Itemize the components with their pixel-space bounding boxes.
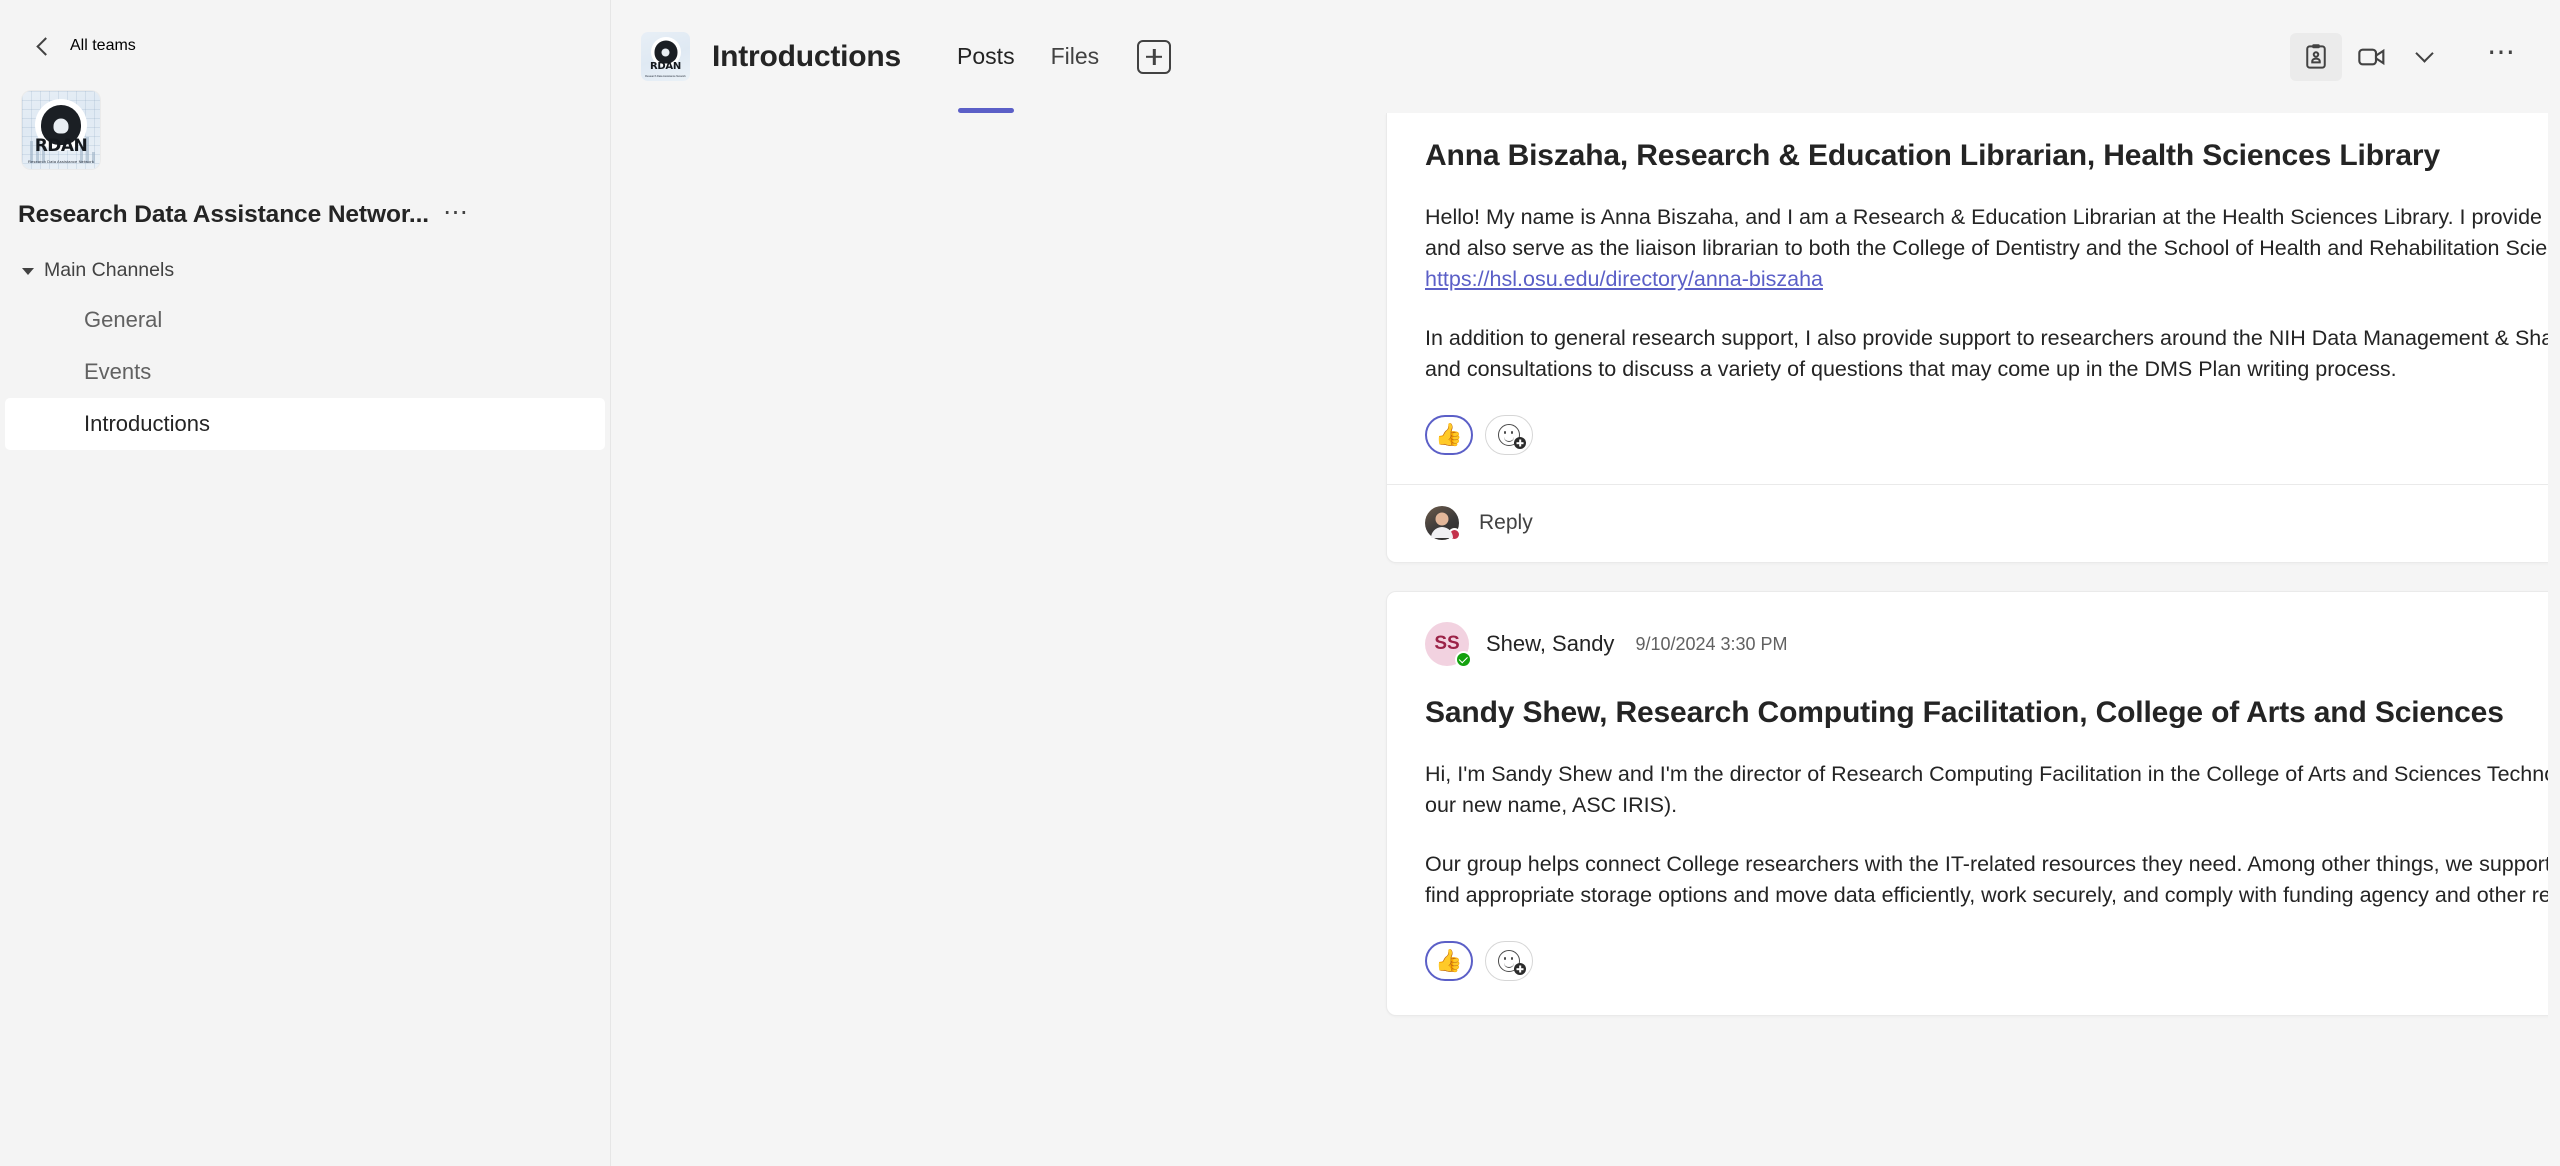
avatar xyxy=(1425,506,1461,542)
add-tab-plus-icon[interactable] xyxy=(1137,39,1172,74)
post-title: Sandy Shew, Research Computing Facilitat… xyxy=(1425,696,2504,730)
channel-group-main-channels[interactable]: Main Channels xyxy=(0,229,610,282)
channel-label: General xyxy=(84,307,163,332)
team-logo: RDAN Research Data Assistance Network xyxy=(22,91,100,169)
reply-button-label: Reply xyxy=(1479,511,1533,535)
reply-row[interactable]: Reply xyxy=(1387,485,2560,562)
post-paragraph: Our group helps connect College research… xyxy=(1425,851,2560,907)
channel-avatar: RDAN Research Data Assistance Network xyxy=(641,32,690,81)
add-reaction-icon[interactable] xyxy=(1485,415,1533,456)
post-card: SS Shew, Sandy 9/10/2024 3:30 PM Sandy S… xyxy=(1386,591,2560,1017)
post-paragraph: Hi, I'm Sandy Shew and I'm the director … xyxy=(1425,761,2560,818)
post-title: Anna Biszaha, Research & Education Libra… xyxy=(1425,139,2440,172)
left-sidebar: All teams RDAN Research Data Assistance … xyxy=(0,0,611,1166)
post-timestamp: 9/10/2024 3:30 PM xyxy=(1635,633,1788,654)
sidebar-item-events[interactable]: Events xyxy=(5,346,605,398)
channel-tabs: Posts Files xyxy=(939,0,1172,113)
channel-label: Introductions xyxy=(84,411,210,436)
post-author-name[interactable]: Shew, Sandy xyxy=(1486,631,1614,657)
channel-header: RDAN Research Data Assistance Network In… xyxy=(611,0,2560,113)
channel-group-label: Main Channels xyxy=(44,259,175,281)
team-name-row: Research Data Assistance Networ... ⋯ xyxy=(0,169,610,229)
post-paragraph-text: Hello! My name is Anna Biszaha, and I am… xyxy=(1425,204,2560,260)
tab-posts[interactable]: Posts xyxy=(939,0,1033,113)
add-reaction-icon[interactable] xyxy=(1485,941,1533,982)
tab-files[interactable]: Files xyxy=(1033,0,1118,113)
header-actions: ⋯ xyxy=(2290,32,2528,81)
channel-avatar-subtext: Research Data Assistance Network xyxy=(645,75,686,78)
presence-busy-badge xyxy=(1448,528,1461,542)
post-reactions: 👍 xyxy=(1387,385,2560,456)
video-camera-icon[interactable] xyxy=(2346,33,2398,81)
channel-list: General Events Introductions xyxy=(0,294,610,450)
channel-label: Events xyxy=(84,359,152,384)
plus-badge-icon xyxy=(1514,963,1526,976)
team-logo-wordmark: RDAN xyxy=(34,136,88,156)
sidebar-item-general[interactable]: General xyxy=(5,294,605,346)
plus-badge-icon xyxy=(1514,437,1526,450)
main-content-area: RDAN Research Data Assistance Network In… xyxy=(611,0,2560,1166)
meet-options-chevron-down-icon[interactable] xyxy=(2402,33,2446,81)
thumbs-up-reaction[interactable]: 👍 xyxy=(1425,941,1473,982)
scrollbar[interactable] xyxy=(2548,113,2560,1166)
post-card: Anna Biszaha, Research & Education Libra… xyxy=(1386,113,2560,564)
channel-avatar-emblem xyxy=(654,40,677,64)
channel-avatar-wordmark: RDAN xyxy=(650,61,681,72)
notes-clipboard-icon[interactable] xyxy=(2290,32,2342,81)
profile-page-link[interactable]: https://hsl.osu.edu/directory/anna-bisza… xyxy=(1425,267,1823,291)
team-logo-subtext: Research Data Assistance Network xyxy=(28,159,94,164)
post-paragraph: In addition to general research support,… xyxy=(1425,325,2560,381)
post-paragraph: Hello! My name is Anna Biszaha, and I am… xyxy=(1387,202,2560,296)
posts-feed[interactable]: Anna Biszaha, Research & Education Libra… xyxy=(611,113,2560,1166)
team-more-options-icon[interactable]: ⋯ xyxy=(443,200,470,225)
thumbs-up-icon: 👍 xyxy=(1435,948,1463,974)
chevron-down-icon xyxy=(22,268,34,275)
tab-label: Posts xyxy=(957,43,1015,69)
page-title: Introductions xyxy=(712,39,902,73)
thumbs-up-reaction[interactable]: 👍 xyxy=(1425,415,1473,456)
thumbs-up-icon: 👍 xyxy=(1435,422,1463,448)
all-teams-back-button[interactable]: All teams xyxy=(0,0,610,56)
sidebar-item-introductions[interactable]: Introductions xyxy=(5,398,605,450)
tab-label: Files xyxy=(1050,43,1100,69)
chevron-left-icon xyxy=(33,36,53,56)
teams-app-window: All teams RDAN Research Data Assistance … xyxy=(0,0,2560,1166)
avatar: SS xyxy=(1425,622,1472,669)
post-header: SS Shew, Sandy 9/10/2024 3:30 PM xyxy=(1387,592,2560,669)
more-options-icon[interactable]: ⋯ xyxy=(2476,33,2528,81)
team-name: Research Data Assistance Networ... xyxy=(18,201,430,228)
avatar-initials-text: SS xyxy=(1434,633,1460,655)
all-teams-label: All teams xyxy=(70,37,136,54)
post-reactions: 👍 xyxy=(1387,911,2560,982)
